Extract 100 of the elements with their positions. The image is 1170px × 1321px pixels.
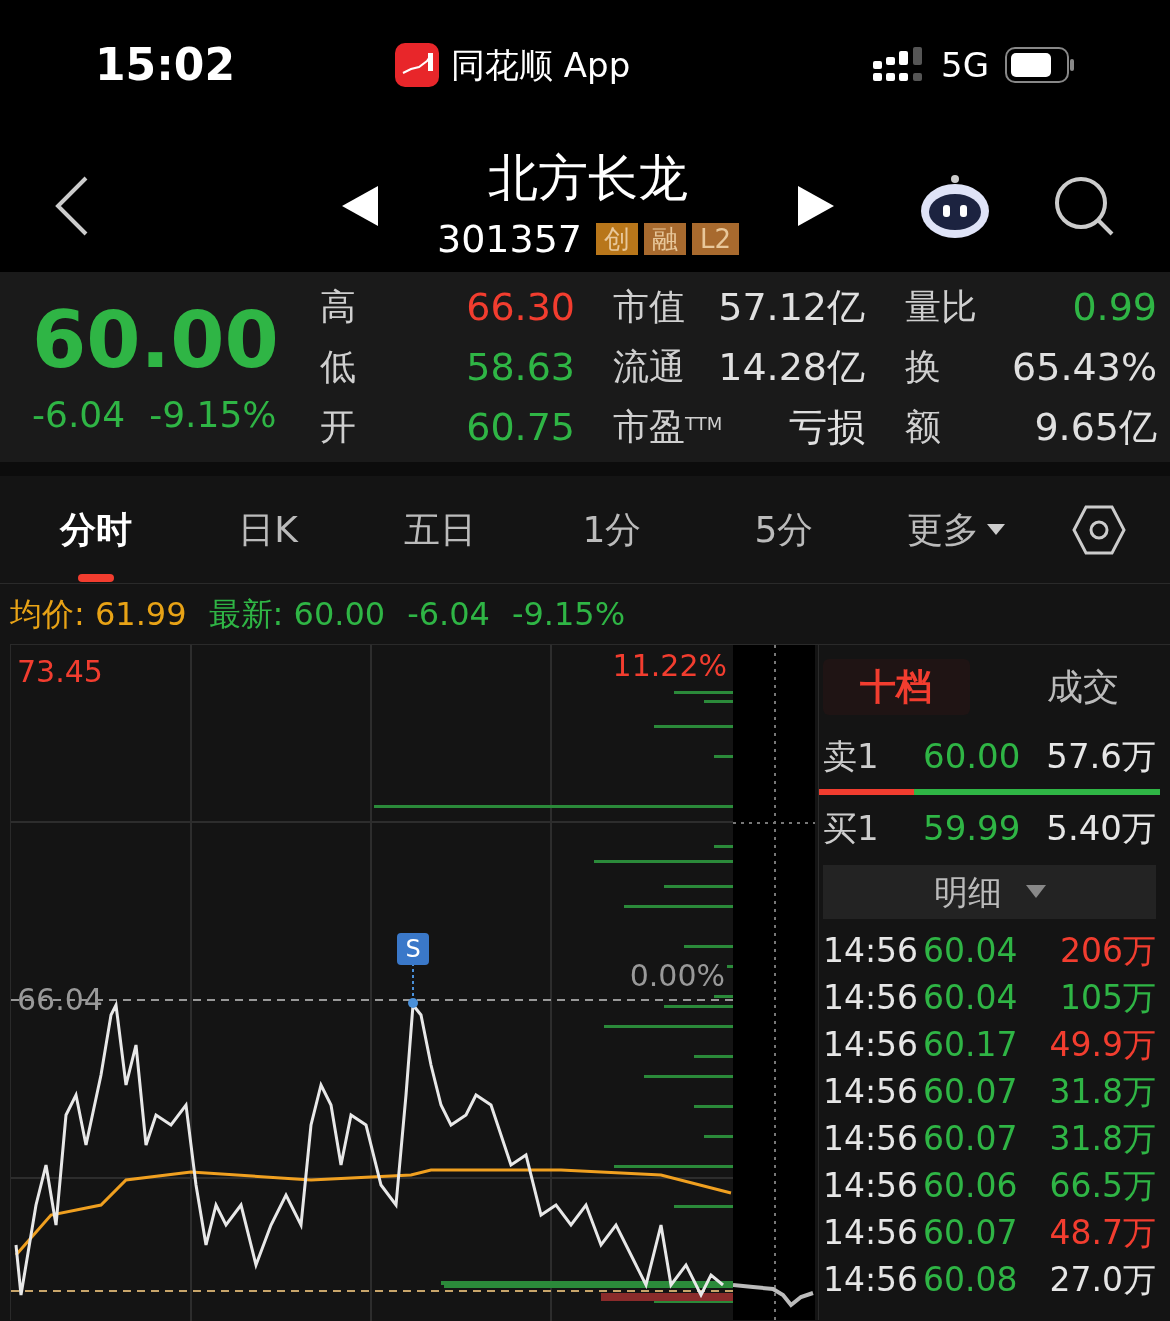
trade-time: 14:56 (823, 929, 920, 972)
stat-label: 量比 (905, 285, 977, 329)
trade-price: 60.04 (923, 976, 1019, 1019)
stock-code: 301357 (436, 215, 582, 263)
stock-tag: 融 (644, 223, 686, 255)
trade-price: 60.07 (923, 1070, 1019, 1113)
volume-bar (694, 1055, 734, 1058)
stat-label: 换 (905, 345, 941, 389)
trade-volume: 66.5万 (1048, 1164, 1156, 1207)
chart-tab[interactable]: 分时 (10, 475, 182, 584)
detail-dropdown[interactable]: 明细 (823, 865, 1156, 919)
trade-volume: 27.0万 (1048, 1258, 1156, 1301)
stat-label: 市盈$^{TTM}$ (613, 405, 723, 449)
trade-price: 60.08 (923, 1258, 1019, 1301)
volume-bar (714, 995, 734, 998)
trade-volume: 48.7万 (1048, 1211, 1156, 1254)
stat-value: 14.28亿 (718, 343, 865, 391)
trade-volume: 105万 (1059, 976, 1156, 1019)
stock-name: 北方长龙 (488, 147, 688, 209)
chart-tab[interactable]: 日K (182, 475, 354, 584)
trade-price: 60.06 (923, 1164, 1019, 1207)
chart-tab[interactable]: 更多 (870, 475, 1042, 584)
trade-time: 14:56 (823, 1070, 920, 1113)
trade-price: 60.07 (923, 1211, 1019, 1254)
order-volume: 57.6万 (1045, 734, 1156, 778)
volume-bar (674, 1205, 734, 1208)
app-name: 同花顺 App (451, 43, 631, 87)
average-price: 均价: 61.99 (10, 594, 187, 635)
price-change-percent: -9.15% (149, 393, 277, 437)
volume-bar (714, 845, 734, 848)
stat-label: 低 (320, 345, 356, 389)
volume-bar (704, 700, 734, 703)
volume-bar (694, 1105, 734, 1108)
previous-stock-icon[interactable] (342, 186, 378, 226)
volume-bar (674, 691, 734, 694)
next-stock-icon[interactable] (798, 186, 834, 226)
trade-time: 14:56 (823, 1211, 920, 1254)
stat-label: 额 (905, 405, 941, 449)
chart-tab[interactable]: 5分 (698, 475, 870, 584)
price-change: -6.04 (32, 393, 126, 437)
stock-tag: L2 (692, 223, 740, 255)
trade-time: 14:56 (823, 1117, 920, 1160)
order-book-tab[interactable]: 成交 (1009, 659, 1156, 715)
chart-top-price: 73.45 (17, 653, 103, 691)
trade-time: 14:56 (823, 1164, 920, 1207)
chart-tab[interactable]: 五日 (354, 475, 526, 584)
order-level: 买1 (823, 806, 880, 850)
stat-value: 65.43% (1012, 343, 1157, 391)
search-icon[interactable] (1054, 176, 1114, 236)
trade-volume: 49.9万 (1048, 1023, 1156, 1066)
stat-value: 亏损 (789, 403, 865, 451)
trade-time: 14:56 (823, 1023, 920, 1066)
app-logo-icon (395, 43, 439, 87)
sell-marker[interactable]: S (397, 933, 429, 965)
trade-price: 60.17 (923, 1023, 1019, 1066)
stat-value: 57.12亿 (718, 283, 865, 331)
volume-bar (704, 1135, 734, 1138)
volume-bar (684, 945, 734, 948)
stat-label: 开 (320, 405, 356, 449)
status-time: 15:02 (95, 38, 237, 92)
stat-label: 流通 (613, 345, 685, 389)
tab-indicator (78, 573, 114, 582)
stat-value: 66.30 (466, 283, 575, 331)
order-price: 59.99 (923, 806, 1022, 850)
trade-volume: 31.8万 (1048, 1117, 1156, 1160)
marker-point (408, 998, 418, 1008)
stat-value: 58.63 (466, 343, 575, 391)
signal-icon (873, 47, 925, 83)
trade-volume: 31.8万 (1048, 1070, 1156, 1113)
stock-tag: 创 (596, 223, 638, 255)
order-book-tab[interactable]: 十档 (823, 659, 970, 715)
volume-bar (714, 755, 734, 758)
stat-value: 9.65亿 (1034, 403, 1157, 451)
volume-bar (664, 885, 734, 888)
chart-top-percent: 11.22% (612, 649, 727, 683)
latest-price: 最新: 60.00 (208, 594, 386, 635)
order-volume: 5.40万 (1045, 806, 1156, 850)
caret-icon (987, 523, 1005, 536)
latest-change-percent: -9.15% (511, 594, 626, 635)
order-level: 卖1 (823, 734, 880, 778)
stat-value: 0.99 (1072, 283, 1157, 331)
robot-icon[interactable] (918, 173, 992, 239)
latest-change: -6.04 (407, 594, 490, 635)
trade-time: 14:56 (823, 976, 920, 1019)
stat-label: 市值 (613, 285, 685, 329)
trade-time: 14:56 (823, 1258, 920, 1301)
battery-icon (1005, 47, 1075, 83)
trade-price: 60.04 (923, 929, 1019, 972)
stat-value: 60.75 (466, 403, 575, 451)
stat-label: 高 (320, 285, 356, 329)
network-label: 5G (941, 43, 989, 87)
trade-price: 60.07 (923, 1117, 1019, 1160)
chart-mid-price: 66.04 (17, 981, 103, 1019)
chart-tab[interactable]: 1分 (526, 475, 698, 584)
trade-volume: 206万 (1059, 929, 1156, 972)
caret-icon (1025, 885, 1046, 899)
volume-bar (664, 1005, 734, 1008)
order-price: 60.00 (923, 734, 1022, 778)
current-price: 60.00 (32, 294, 280, 387)
settings-icon[interactable] (1072, 504, 1126, 555)
